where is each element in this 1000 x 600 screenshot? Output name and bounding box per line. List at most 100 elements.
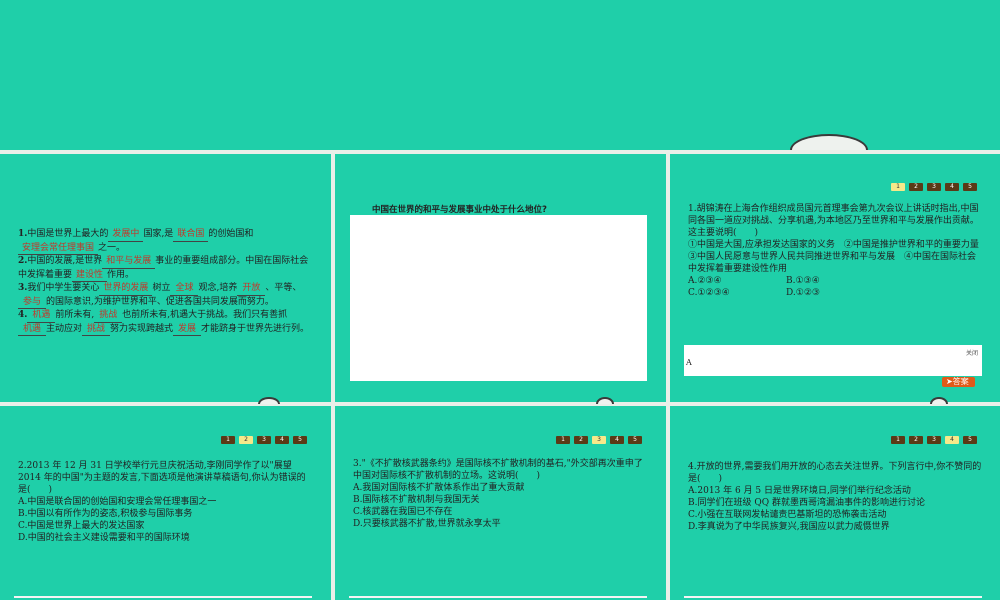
answer-blank: 机遇 xyxy=(18,323,46,336)
text-part: 中国是世界上最大的 xyxy=(27,229,109,239)
option-c[interactable]: C.中国是世界上最大的发达国家 xyxy=(18,520,310,532)
option-a[interactable]: A.我国对国际核不扩散体系作出了重大贡献 xyxy=(353,482,647,494)
answer-blank: 发展 xyxy=(173,323,202,336)
answer-popup: 关闭 A xyxy=(684,345,982,376)
nav-button-1[interactable]: 1 xyxy=(556,436,570,444)
question-nav: 1 2 3 4 5 xyxy=(556,436,642,444)
options-row: C.①②③④ D.①②③ xyxy=(688,287,980,299)
option-d[interactable]: D.①②③ xyxy=(786,288,820,298)
arrow-icon: ➤ xyxy=(946,377,953,386)
dome-decoration xyxy=(790,134,868,150)
text-part: 努力实现跨越式 xyxy=(110,323,174,334)
nav-button-5[interactable]: 5 xyxy=(628,436,642,444)
question-statements: ①中国是大国,应承担发达国家的义务 ②中国是推护世界和平的重要力量 ③中国人民愿… xyxy=(688,240,988,274)
option-a[interactable]: A.2013 年 6 月 5 日是世界环境日,同学们举行纪念活动 xyxy=(688,485,982,497)
answer-value: A xyxy=(686,358,692,367)
answer-blank: 世界的发展 xyxy=(99,282,153,296)
options-row: A.②③④ B.①③④ xyxy=(688,275,980,287)
text-part: 的国际意识,为维护世界和平、促进各国共同发展而努力。 xyxy=(46,296,274,307)
nav-button-3[interactable]: 3 xyxy=(927,436,941,444)
text-part: 才能跻身于世界先进行列。 xyxy=(201,323,310,334)
answer-button-label: 答案 xyxy=(952,377,969,386)
text-part: 也前所未有,机遇大于挑战。我们只有善抓 xyxy=(122,310,288,320)
answer-blank: 联合国 xyxy=(173,228,209,242)
item-number: 2. xyxy=(18,256,28,266)
text-part: 、平等、 xyxy=(265,283,302,293)
text-part: 中国的发展,是世界 xyxy=(27,256,103,266)
answer-strip xyxy=(349,596,647,598)
text-part: 树立 xyxy=(152,283,171,293)
text-part: 国家,是 xyxy=(143,229,174,239)
question-text: 3."《不扩散核武器条约》是国际核不扩散机制的基石,"外交部再次重申了中国对国际… xyxy=(353,459,643,481)
question-nav: 1 2 3 4 5 xyxy=(891,436,977,444)
text-part: 的创始国和 xyxy=(208,229,254,239)
nav-button-5[interactable]: 5 xyxy=(963,183,977,191)
question-nav: 1 2 3 4 5 xyxy=(221,436,307,444)
nav-button-3[interactable]: 3 xyxy=(257,436,271,444)
question-panel: 中国在世界的和平与发展事业中处于什么地位? xyxy=(335,154,666,402)
text-part: 主动应对 xyxy=(46,323,83,334)
nav-button-1[interactable]: 1 xyxy=(891,183,905,191)
summary-item-4: 4. 机遇 前所未有, 挑战 也前所未有,机遇大于挑战。我们只有善抓机遇 主动应对 挑战 努力… xyxy=(18,309,310,336)
answer-blank: 和平与发展 xyxy=(102,255,156,269)
item-number: 3. xyxy=(18,283,28,293)
option-c[interactable]: C.①②③④ xyxy=(688,287,786,299)
question-nav: 1 2 3 4 5 xyxy=(891,183,977,191)
close-button[interactable]: 关闭 xyxy=(966,348,978,357)
nav-button-2[interactable]: 2 xyxy=(909,436,923,444)
question-text: 1.胡锦涛在上海合作组织成员国元首理事会第九次会议上讲话时指出,中国同各国一道应… xyxy=(688,204,979,238)
item-number: 1. xyxy=(18,229,28,239)
text-part: 观念,培养 xyxy=(198,283,238,293)
option-d[interactable]: D.只要核武器不扩散,世界就永享太平 xyxy=(353,518,647,530)
question-text: 2.2013 年 12 月 31 日学校举行元旦庆祝活动,李刚同学作了以"展望 … xyxy=(18,461,306,495)
answer-blank: 全球 xyxy=(170,282,199,296)
question-block: 1.胡锦涛在上海合作组织成员国元首理事会第九次会议上讲话时指出,中国同各国一道应… xyxy=(688,203,988,299)
quiz-panel-3: 1 2 3 4 5 3."《不扩散核武器条约》是国际核不扩散机制的基石,"外交部… xyxy=(335,406,666,600)
nav-button-1[interactable]: 1 xyxy=(891,436,905,444)
option-b[interactable]: B.国际核不扩散机制与我国无关 xyxy=(353,494,647,506)
answer-blank: 安理会常任理事国 xyxy=(18,242,99,255)
option-b[interactable]: B.同学们在班级 QQ 群就墨西哥湾漏油事件的影响进行讨论 xyxy=(688,497,982,509)
option-c[interactable]: C.核武器在我国已不存在 xyxy=(353,506,647,518)
option-d[interactable]: D.李真说为了中华民族复兴,我国应以武力威慑世界 xyxy=(688,521,982,533)
nav-button-4[interactable]: 4 xyxy=(275,436,289,444)
nav-button-2[interactable]: 2 xyxy=(909,183,923,191)
summary-text: 1.中国是世界上最大的 发展中 国家,是 联合国 的创始国和安理会常任理事国 之一。 2.… xyxy=(18,228,310,336)
answer-blank: 开放 xyxy=(237,282,266,296)
answer-strip xyxy=(14,596,312,598)
nav-button-3[interactable]: 3 xyxy=(927,183,941,191)
option-b[interactable]: B.①③④ xyxy=(786,276,820,286)
quiz-panel-4: 1 2 3 4 5 4.开放的世界,需要我们用开放的心态去关注世界。下列言行中,… xyxy=(670,406,1000,600)
answer-blank: 参与 xyxy=(18,296,46,309)
nav-button-5[interactable]: 5 xyxy=(293,436,307,444)
nav-button-2[interactable]: 2 xyxy=(239,436,253,444)
summary-item-2: 2.中国的发展,是世界 和平与发展 事业的重要组成部分。中国在国际社会中发挥着重要建… xyxy=(18,255,310,282)
option-c[interactable]: C.小强在互联网发帖谴责巴基斯坦的恐怖袭击活动 xyxy=(688,509,982,521)
summary-item-1: 1.中国是世界上最大的 发展中 国家,是 联合国 的创始国和安理会常任理事国 之一。 xyxy=(18,228,310,255)
option-a[interactable]: A.②③④ xyxy=(688,275,786,287)
nav-button-4[interactable]: 4 xyxy=(610,436,624,444)
nav-button-2[interactable]: 2 xyxy=(574,436,588,444)
question-text: 4.开放的世界,需要我们用开放的心态去关注世界。下列言行中,你不赞同的是( ) xyxy=(688,462,982,484)
option-a[interactable]: A.中国是联合国的创始国和安理会常任理事国之一 xyxy=(18,496,310,508)
answer-blank: 挑战 xyxy=(94,309,123,323)
nav-button-1[interactable]: 1 xyxy=(221,436,235,444)
nav-button-4[interactable]: 4 xyxy=(945,436,959,444)
text-part: 之一。 xyxy=(98,242,126,253)
option-d[interactable]: D.中国的社会主义建设需要和平的国际环境 xyxy=(18,532,310,544)
nav-button-3[interactable]: 3 xyxy=(592,436,606,444)
summary-panel: 1.中国是世界上最大的 发展中 国家,是 联合国 的创始国和安理会常任理事国 之一。 2.… xyxy=(0,154,331,402)
option-b[interactable]: B.中国以有所作为的姿态,积极参与国际事务 xyxy=(18,508,310,520)
answer-blank: 建设性 xyxy=(72,269,108,282)
answer-blank: 发展中 xyxy=(108,228,144,242)
answer-button[interactable]: ➤答案 xyxy=(942,377,975,387)
answer-area[interactable] xyxy=(350,215,647,381)
nav-button-5[interactable]: 5 xyxy=(963,436,977,444)
answer-blank: 挑战 xyxy=(82,323,111,336)
summary-item-3: 3.我们中学生要关心 世界的发展 树立 全球 观念,培养 开放 、平等、参与 的国际意识,为维… xyxy=(18,282,310,309)
text-part: 前所未有, xyxy=(55,310,95,320)
nav-button-4[interactable]: 4 xyxy=(945,183,959,191)
text-part: 作用。 xyxy=(107,269,135,280)
quiz-panel-2: 1 2 3 4 5 2.2013 年 12 月 31 日学校举行元旦庆祝活动,李… xyxy=(0,406,331,600)
question-block: 3."《不扩散核武器条约》是国际核不扩散机制的基石,"外交部再次重申了中国对国际… xyxy=(353,458,647,530)
